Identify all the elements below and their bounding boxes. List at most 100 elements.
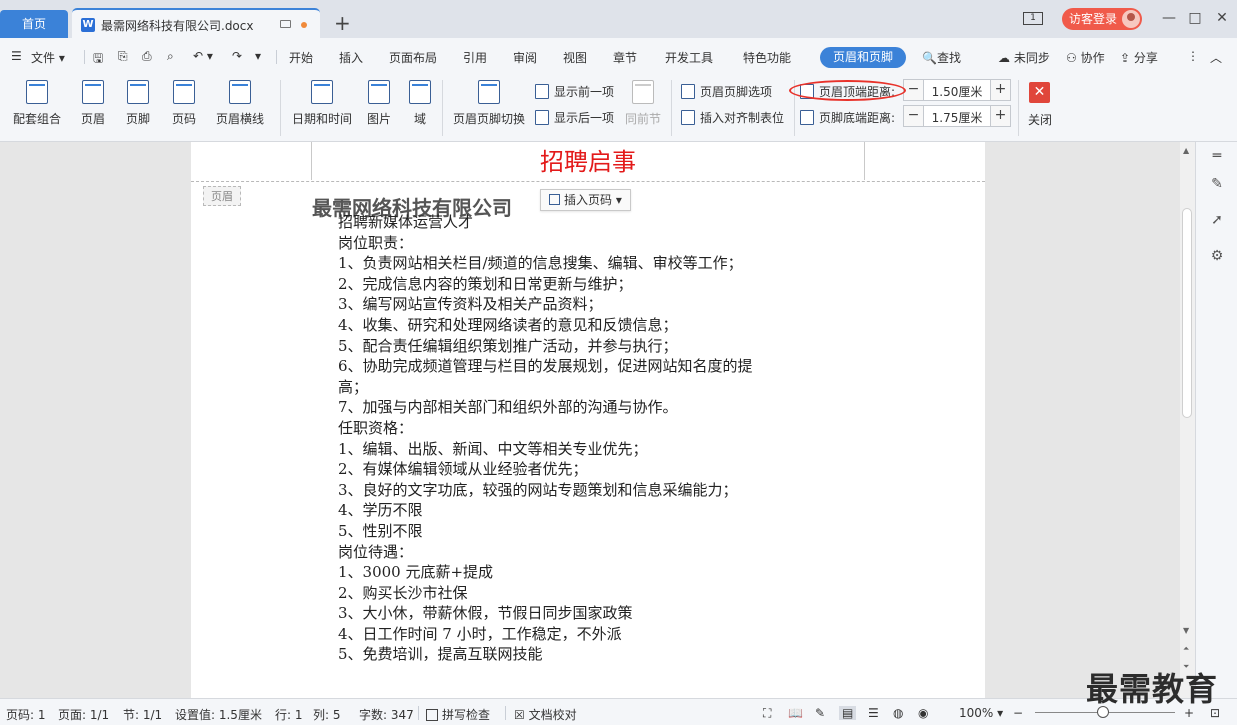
document-line[interactable]: 2、购买长沙市社保	[338, 583, 858, 604]
window-count-icon[interactable]: 1	[1023, 12, 1043, 25]
page-number-button[interactable]: 页码	[166, 80, 202, 127]
edit-mode-icon[interactable]: ✎	[815, 706, 825, 720]
status-row[interactable]: 行: 1	[275, 706, 303, 723]
export-icon[interactable]: ⎘	[118, 49, 128, 64]
footer-bottom-distance-value[interactable]: 1.75厘米	[926, 109, 988, 126]
share-button[interactable]: ⇪ 分享	[1120, 49, 1158, 66]
document-tab[interactable]: W 最需网络科技有限公司.docx	[72, 8, 320, 38]
document-line[interactable]: 1、编辑、出版、新闻、中文等相关专业优先；	[338, 439, 858, 460]
document-line[interactable]: 3、编写网站宣传资料及相关产品资料；	[338, 294, 858, 315]
undo-icon[interactable]: ↶ ▾	[193, 49, 213, 63]
document-line[interactable]: 3、大小休，带薪休假，节假日同步国家政策	[338, 603, 858, 624]
document-line[interactable]: 3、良好的文字功底，较强的网站专题策划和信息采编能力；	[338, 480, 858, 501]
tab-features[interactable]: 特色功能	[743, 49, 791, 66]
header-top-distance-value[interactable]: 1.50厘米	[926, 83, 988, 100]
tab-developer[interactable]: 开发工具	[665, 49, 713, 66]
document-canvas[interactable]: 招聘启事 页眉 最需网络科技有限公司 插入页码 ▾ 招聘新媒体运营人才 岗位职责：…	[0, 142, 1180, 698]
insert-align-tab-button[interactable]: 插入对齐制表位	[681, 109, 784, 126]
document-line[interactable]: 岗位待遇：	[338, 542, 858, 563]
header-title[interactable]: 招聘启事	[191, 142, 985, 177]
document-line[interactable]: 4、收集、研究和处理网络读者的意见和反馈信息；	[338, 315, 858, 336]
status-page-number[interactable]: 页码: 1	[6, 706, 46, 723]
tab-chapter[interactable]: 章节	[613, 49, 637, 66]
redo-icon[interactable]: ↷	[232, 49, 242, 63]
document-line[interactable]: 5、免费培训，提高互联网技能	[338, 644, 858, 665]
document-line[interactable]: 2、有媒体编辑领域从业经验者优先；	[338, 459, 858, 480]
document-line[interactable]: 5、性别不限	[338, 521, 858, 542]
status-word-count[interactable]: 字数: 347	[359, 706, 414, 723]
sync-status[interactable]: ☁ 未同步	[998, 49, 1050, 66]
status-pages[interactable]: 页面: 1/1	[58, 706, 109, 723]
footer-bottom-distance-spinner[interactable]: − 1.75厘米 +	[903, 105, 1011, 127]
new-tab-plus-icon[interactable]: +	[334, 13, 351, 33]
document-line[interactable]: 1、3000 元底薪+提成	[338, 562, 858, 583]
header-button[interactable]: 页眉	[75, 80, 111, 127]
eye-protection-icon[interactable]: ◉	[918, 706, 928, 720]
document-body[interactable]: 招聘新媒体运营人才 岗位职责： 1、负责网站相关栏目/频道的信息搜集、编辑、审校等工…	[338, 212, 858, 665]
show-previous-button[interactable]: 显示前一项	[535, 83, 614, 100]
document-line[interactable]: 高；	[338, 377, 858, 398]
fullscreen-icon[interactable]: ⛶	[763, 706, 771, 721]
zoom-level[interactable]: 100% ▾	[959, 706, 1003, 720]
print-icon[interactable]: ⎙	[142, 49, 152, 64]
document-line[interactable]: 1、负责网站相关栏目/频道的信息搜集、编辑、审校等工作；	[338, 253, 858, 274]
document-line[interactable]: 4、学历不限	[338, 500, 858, 521]
header-top-distance-spinner[interactable]: − 1.50厘米 +	[903, 79, 1011, 101]
field-button[interactable]: 域	[406, 80, 434, 127]
close-header-footer-label[interactable]: 关闭	[1028, 111, 1052, 128]
combo-button[interactable]: 配套组合	[8, 80, 66, 127]
close-window-icon[interactable]: ✕	[1214, 10, 1230, 26]
show-next-button[interactable]: 显示后一项	[535, 109, 614, 126]
document-line[interactable]: 岗位职责：	[338, 233, 858, 254]
header-line-button[interactable]: 页眉横线	[211, 80, 269, 127]
visitor-login-button[interactable]: 访客登录	[1062, 8, 1142, 30]
print-preview-icon[interactable]: ⌕	[167, 49, 174, 64]
cursor-icon[interactable]: ➚	[1209, 212, 1225, 228]
status-section[interactable]: 节: 1/1	[123, 706, 162, 723]
tab-view[interactable]: 视图	[563, 49, 587, 66]
prev-page-icon[interactable]: ⏶	[1183, 644, 1189, 654]
maximize-icon[interactable]: □	[1187, 10, 1203, 26]
document-page[interactable]: 招聘启事 页眉 最需网络科技有限公司 插入页码 ▾ 招聘新媒体运营人才 岗位职责：…	[191, 142, 985, 698]
increase-header-distance-button[interactable]: +	[990, 80, 1010, 100]
document-proofread-button[interactable]: ☒ 文档校对	[514, 706, 577, 723]
search-button[interactable]: 🔍查找	[922, 49, 961, 66]
date-time-button[interactable]: 日期和时间	[291, 80, 353, 127]
page-view-icon[interactable]: ▤	[839, 706, 857, 720]
tab-review[interactable]: 审阅	[513, 49, 537, 66]
document-line[interactable]: 6、协助完成频道管理与栏目的发展规划，促进网站知名度的提	[338, 356, 858, 377]
file-menu[interactable]: 文件 ▾	[31, 49, 65, 66]
document-line[interactable]: 任职资格：	[338, 418, 858, 439]
outline-view-icon[interactable]: ☰	[868, 706, 879, 720]
document-line[interactable]: 4、日工作时间 7 小时，工作稳定，不外派	[338, 624, 858, 645]
decrease-header-distance-button[interactable]: −	[904, 80, 924, 100]
tab-insert[interactable]: 插入	[339, 49, 363, 66]
monitor-icon[interactable]	[280, 20, 291, 28]
document-line[interactable]: 招聘新媒体运营人才	[338, 212, 858, 233]
spell-check-toggle[interactable]: 拼写检查	[426, 706, 490, 723]
close-header-footer-icon[interactable]: ✕	[1029, 82, 1050, 103]
status-setting-value[interactable]: 设置值: 1.5厘米	[175, 706, 262, 723]
scroll-thumb[interactable]	[1182, 208, 1192, 418]
pen-icon[interactable]: ✎	[1209, 176, 1225, 192]
scroll-down-icon[interactable]: ▼	[1183, 626, 1189, 635]
increase-footer-distance-button[interactable]: +	[990, 106, 1010, 126]
document-line[interactable]: 2、完成信息内容的策划和日常更新与维护；	[338, 274, 858, 295]
settings-sliders-icon[interactable]: ⚙	[1209, 248, 1225, 264]
quick-access-dropdown-icon[interactable]: ▾	[255, 49, 261, 63]
same-as-previous-button[interactable]: 同前节	[624, 80, 662, 127]
document-line[interactable]: 5、配合责任编辑组织策划推广活动，并参与执行；	[338, 336, 858, 357]
header-footer-switch-button[interactable]: 页眉页脚切换	[452, 80, 526, 127]
tab-start[interactable]: 开始	[289, 49, 313, 66]
decrease-footer-distance-button[interactable]: −	[904, 106, 924, 126]
status-column[interactable]: 列: 5	[313, 706, 341, 723]
tab-page-layout[interactable]: 页面布局	[389, 49, 437, 66]
document-line[interactable]: 7、加强与内部相关部门和组织外部的沟通与协作。	[338, 397, 858, 418]
footer-button[interactable]: 页脚	[120, 80, 156, 127]
scroll-up-icon[interactable]: ▲	[1183, 146, 1189, 155]
save-icon[interactable]: 🖫	[93, 49, 103, 70]
minimize-icon[interactable]: —	[1161, 10, 1177, 26]
home-tab[interactable]: 首页	[0, 10, 68, 38]
insert-page-number-button[interactable]: 插入页码 ▾	[540, 189, 631, 211]
collapse-ribbon-icon[interactable]: ︿	[1210, 49, 1222, 66]
